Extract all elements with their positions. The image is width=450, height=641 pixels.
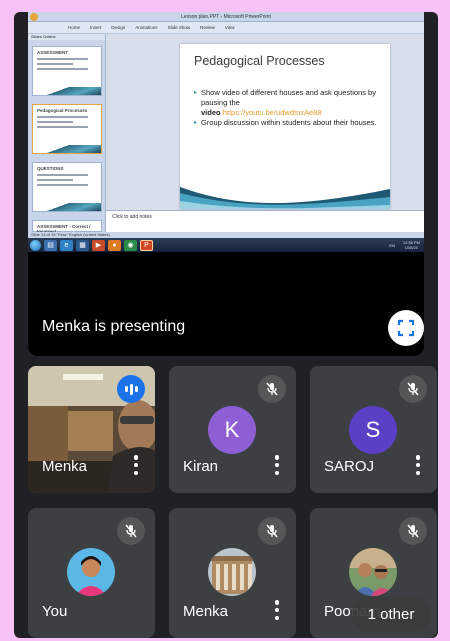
- mic-off-icon: [399, 375, 427, 403]
- participant-tile[interactable]: S SAROJ: [310, 366, 437, 493]
- avatar: S: [349, 406, 397, 454]
- explorer-icon: ▤: [44, 239, 57, 251]
- participant-tile[interactable]: K Kiran: [169, 366, 296, 493]
- participant-name: SAROJ: [324, 458, 375, 475]
- mic-off-icon: [258, 375, 286, 403]
- current-slide: Pedagogical Processes Show video of diff…: [180, 44, 390, 209]
- participant-tile[interactable]: Menka: [28, 366, 155, 493]
- ribbon-tab: Animations: [135, 25, 158, 30]
- ie-icon: e: [60, 239, 73, 251]
- tray-date: 10/8/20: [404, 245, 419, 250]
- firefox-icon: ●: [108, 239, 121, 251]
- notes-pane: Click to add notes: [106, 210, 424, 232]
- avatar: [67, 548, 115, 596]
- fullscreen-icon: [397, 319, 415, 337]
- slide-thumbnail: ASSESSMENT - Correct / Incorrect: [32, 220, 102, 234]
- ribbon-tab: Slide Show: [167, 25, 191, 30]
- bullet-text: Show video of different houses and ask q…: [201, 88, 376, 107]
- mic-off-icon: [258, 517, 286, 545]
- windows-taskbar: ▤ e ▦ ▶ ● ◉ P EN 12:36 PM 10/8/20: [28, 238, 424, 252]
- participant-name: You: [42, 603, 68, 620]
- slide-thumbnail: ASSESSMENT: [32, 46, 102, 96]
- windows-start-icon: [30, 239, 41, 251]
- presenting-label: Menka is presenting: [42, 318, 186, 335]
- thumb-pane-tabs: Slides Outline: [28, 34, 105, 40]
- bullet-video-label: video: [201, 108, 221, 117]
- ribbon-tab: Insert: [90, 25, 102, 30]
- ppt-title-bar: Lesson plan.PPT - Microsoft PowerPoint: [28, 12, 424, 22]
- more-options-button[interactable]: [415, 455, 421, 475]
- slide-thumbnail-pane: Slides Outline ASSESSMENT Pedagogical Pr…: [28, 34, 106, 234]
- media-icon: ▶: [92, 239, 105, 251]
- bullet-text: Group discussion within students about t…: [201, 118, 377, 127]
- ribbon-tab: Design: [111, 25, 126, 30]
- chrome-icon: ◉: [124, 239, 137, 251]
- slide-bullet: Group discussion within students about t…: [194, 118, 382, 128]
- folder-icon: ▦: [76, 239, 89, 251]
- system-tray: EN 12:36 PM 10/8/20: [389, 240, 424, 250]
- slide-title: Pedagogical Processes: [194, 54, 325, 68]
- thumbnail-title: ASSESSMENT: [37, 50, 69, 55]
- more-options-button[interactable]: [274, 455, 280, 475]
- more-options-button[interactable]: [133, 455, 139, 475]
- participant-name: Menka: [42, 458, 88, 475]
- slide-bullet: Show video of different houses and ask q…: [194, 88, 382, 118]
- avatar: [349, 548, 397, 596]
- powerpoint-icon: P: [140, 239, 153, 251]
- thumbnail-title: QUESTIONS: [37, 166, 64, 171]
- other-participants-pill[interactable]: 1 other: [351, 596, 431, 632]
- participant-name: Kiran: [183, 458, 219, 475]
- fullscreen-button[interactable]: [388, 310, 424, 346]
- slide-wave-decoration: [180, 187, 390, 209]
- mic-off-icon: [117, 517, 145, 545]
- slide-canvas: Pedagogical Processes Show video of diff…: [106, 34, 424, 210]
- ppt-ribbon: Home Insert Design Animations Slide Show…: [28, 22, 424, 34]
- more-options-button[interactable]: [274, 600, 280, 620]
- slide-thumbnail: QUESTIONS: [32, 162, 102, 212]
- participant-tile[interactable]: Menka: [169, 508, 296, 638]
- participant-name: Menka: [183, 603, 229, 620]
- slide-body: Show video of different houses and ask q…: [194, 88, 382, 128]
- tray-language: EN: [389, 242, 395, 248]
- ppt-window-title: Lesson plan.PPT - Microsoft PowerPoint: [181, 14, 271, 20]
- ribbon-tab: Review: [200, 25, 215, 30]
- office-button-icon: [30, 13, 38, 21]
- mic-off-icon: [399, 517, 427, 545]
- speaking-indicator-icon: [117, 375, 145, 403]
- tray-clock: 12:36 PM 10/8/20: [403, 240, 420, 250]
- video-link[interactable]: https://youtu.be/udwdInzAe88: [223, 108, 322, 117]
- ribbon-tab: View: [224, 25, 235, 30]
- thumbnail-title: Pedagogical Processes: [37, 108, 88, 113]
- shared-screen: Lesson plan.PPT - Microsoft PowerPoint H…: [28, 12, 424, 252]
- presentation-stage[interactable]: Lesson plan.PPT - Microsoft PowerPoint H…: [28, 12, 424, 356]
- meet-window: Lesson plan.PPT - Microsoft PowerPoint H…: [14, 12, 438, 638]
- participant-tile[interactable]: You: [28, 508, 155, 638]
- avatar: K: [208, 406, 256, 454]
- slide-thumbnail-selected: Pedagogical Processes: [32, 104, 102, 154]
- ribbon-tab: Home: [68, 25, 81, 30]
- avatar: [208, 548, 256, 596]
